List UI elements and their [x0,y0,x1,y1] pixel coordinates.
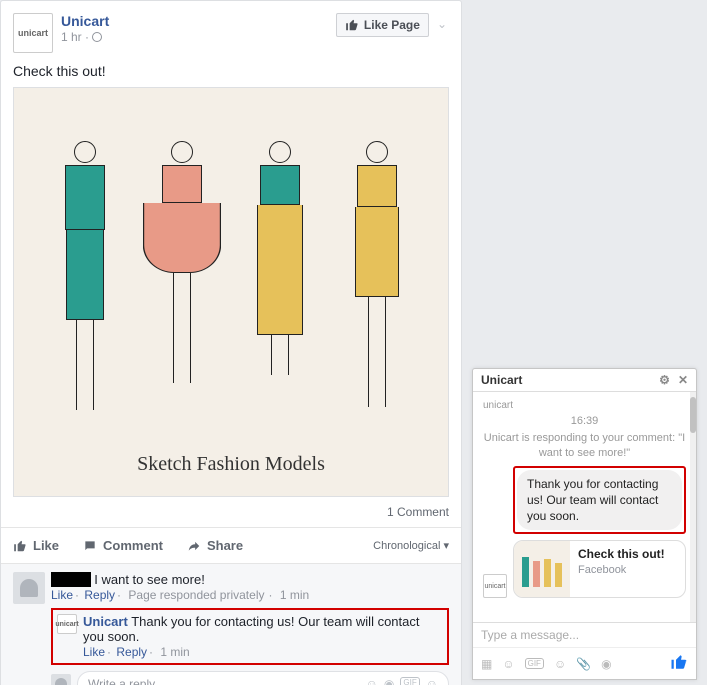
messenger-chat-tab: Unicart ⚙ ✕ unicart 16:39 Unicart is res… [472,368,697,680]
page-reply-text: Thank you for contacting us! Our team wi… [83,614,420,644]
comment-button[interactable]: Comment [83,538,163,553]
facebook-post: unicart Unicart 1 hr · Like Page ⌄ Check… [0,0,462,685]
camera-icon[interactable]: ◉ [601,657,611,671]
chat-input[interactable]: Type a message... [473,622,696,647]
comment-meta: Like· Reply· Page responded privately· 1… [51,588,449,602]
highlighted-chat-bubble: Thank you for contacting us! Our team wi… [513,466,686,535]
comment-reply-link[interactable]: Reply [116,645,147,659]
chat-bubble: Thank you for contacting us! Our team wi… [517,470,682,531]
page-avatar[interactable]: unicart [13,13,53,53]
sticker-icon[interactable]: ☺ [502,657,514,671]
thumb-up-icon [345,18,359,32]
link-card-sub: Facebook [578,563,665,577]
comment-time[interactable]: 1 min [280,588,309,602]
comment-like-link[interactable]: Like [83,645,105,659]
close-icon[interactable]: ✕ [678,373,688,387]
link-card-title: Check this out! [578,547,665,561]
share-button[interactable]: Share [187,538,243,553]
comments-section: . I want to see more! Like· Reply· Page … [1,564,461,685]
chat-page-avatar[interactable]: unicart [483,574,507,598]
comment-time[interactable]: 1 min [160,645,189,659]
emoji-icon[interactable]: ☺ [366,677,378,685]
page-reply-avatar[interactable]: unicart [57,614,77,634]
comment-icon [83,539,97,553]
comment-text: I want to see more! [94,572,205,587]
comment-extra: Page responded privately [128,588,264,602]
post-header: unicart Unicart 1 hr · Like Page ⌄ [13,13,449,53]
image-caption: Sketch Fashion Models [137,453,325,476]
emoji-icon[interactable]: ☺ [554,657,566,671]
thumb-up-icon [13,539,27,553]
chat-body: unicart 16:39 Unicart is responding to y… [473,392,696,622]
commenter-avatar[interactable] [13,572,45,604]
scrollbar[interactable] [690,392,696,622]
post-image[interactable]: Sketch Fashion Models [13,87,449,497]
post-menu-chevron-icon[interactable]: ⌄ [435,13,449,35]
globe-icon [92,32,102,42]
post-actions-bar: Like Comment Share Chronological ▾ [1,528,461,564]
gif-icon[interactable]: GIF [400,677,419,685]
thumb-up-icon[interactable] [670,653,688,674]
chat-header[interactable]: Unicart ⚙ ✕ [473,369,696,392]
fashion-illustration [36,141,427,443]
chat-status-text: Unicart is responding to your comment: "… [483,431,686,462]
chat-timestamp: 16:39 [483,415,686,427]
chat-title: Unicart [481,373,522,387]
commenter-name-redacted: . [51,572,91,587]
chat-link-card[interactable]: Check this out! Facebook [513,540,686,598]
reply-input[interactable]: Write a reply... ☺ ◉ GIF ☺ [77,671,449,685]
chat-page-logo: unicart [483,400,686,411]
like-page-button[interactable]: Like Page [336,13,429,37]
chat-toolbar: ▦ ☺ GIF ☺ 📎 ◉ [473,647,696,679]
photo-icon[interactable]: ▦ [481,657,492,671]
comment-reply-link[interactable]: Reply [84,588,115,602]
like-button[interactable]: Like [13,538,59,553]
sort-dropdown[interactable]: Chronological ▾ [373,539,449,552]
post-text: Check this out! [13,63,449,79]
comment-count[interactable]: 1 Comment [1,497,461,528]
page-name-link[interactable]: Unicart [61,13,336,29]
sticker-icon[interactable]: ☺ [426,677,438,685]
comment-row: . I want to see more! Like· Reply· Page … [13,572,449,604]
gif-icon[interactable]: GIF [525,658,544,669]
page-reply-name[interactable]: Unicart [83,614,128,629]
share-icon [187,539,201,553]
highlighted-reply-box: unicart Unicart Thank you for contacting… [51,608,449,665]
attachment-icon[interactable]: 📎 [576,657,591,671]
camera-icon[interactable]: ◉ [384,677,394,685]
link-card-thumb [514,541,570,597]
reply-row: Write a reply... ☺ ◉ GIF ☺ [51,671,449,685]
reply-placeholder: Write a reply... [88,677,164,685]
gear-icon[interactable]: ⚙ [659,373,670,387]
post-timestamp[interactable]: 1 hr · [61,30,336,44]
comment-like-link[interactable]: Like [51,588,73,602]
self-avatar[interactable] [51,674,71,685]
